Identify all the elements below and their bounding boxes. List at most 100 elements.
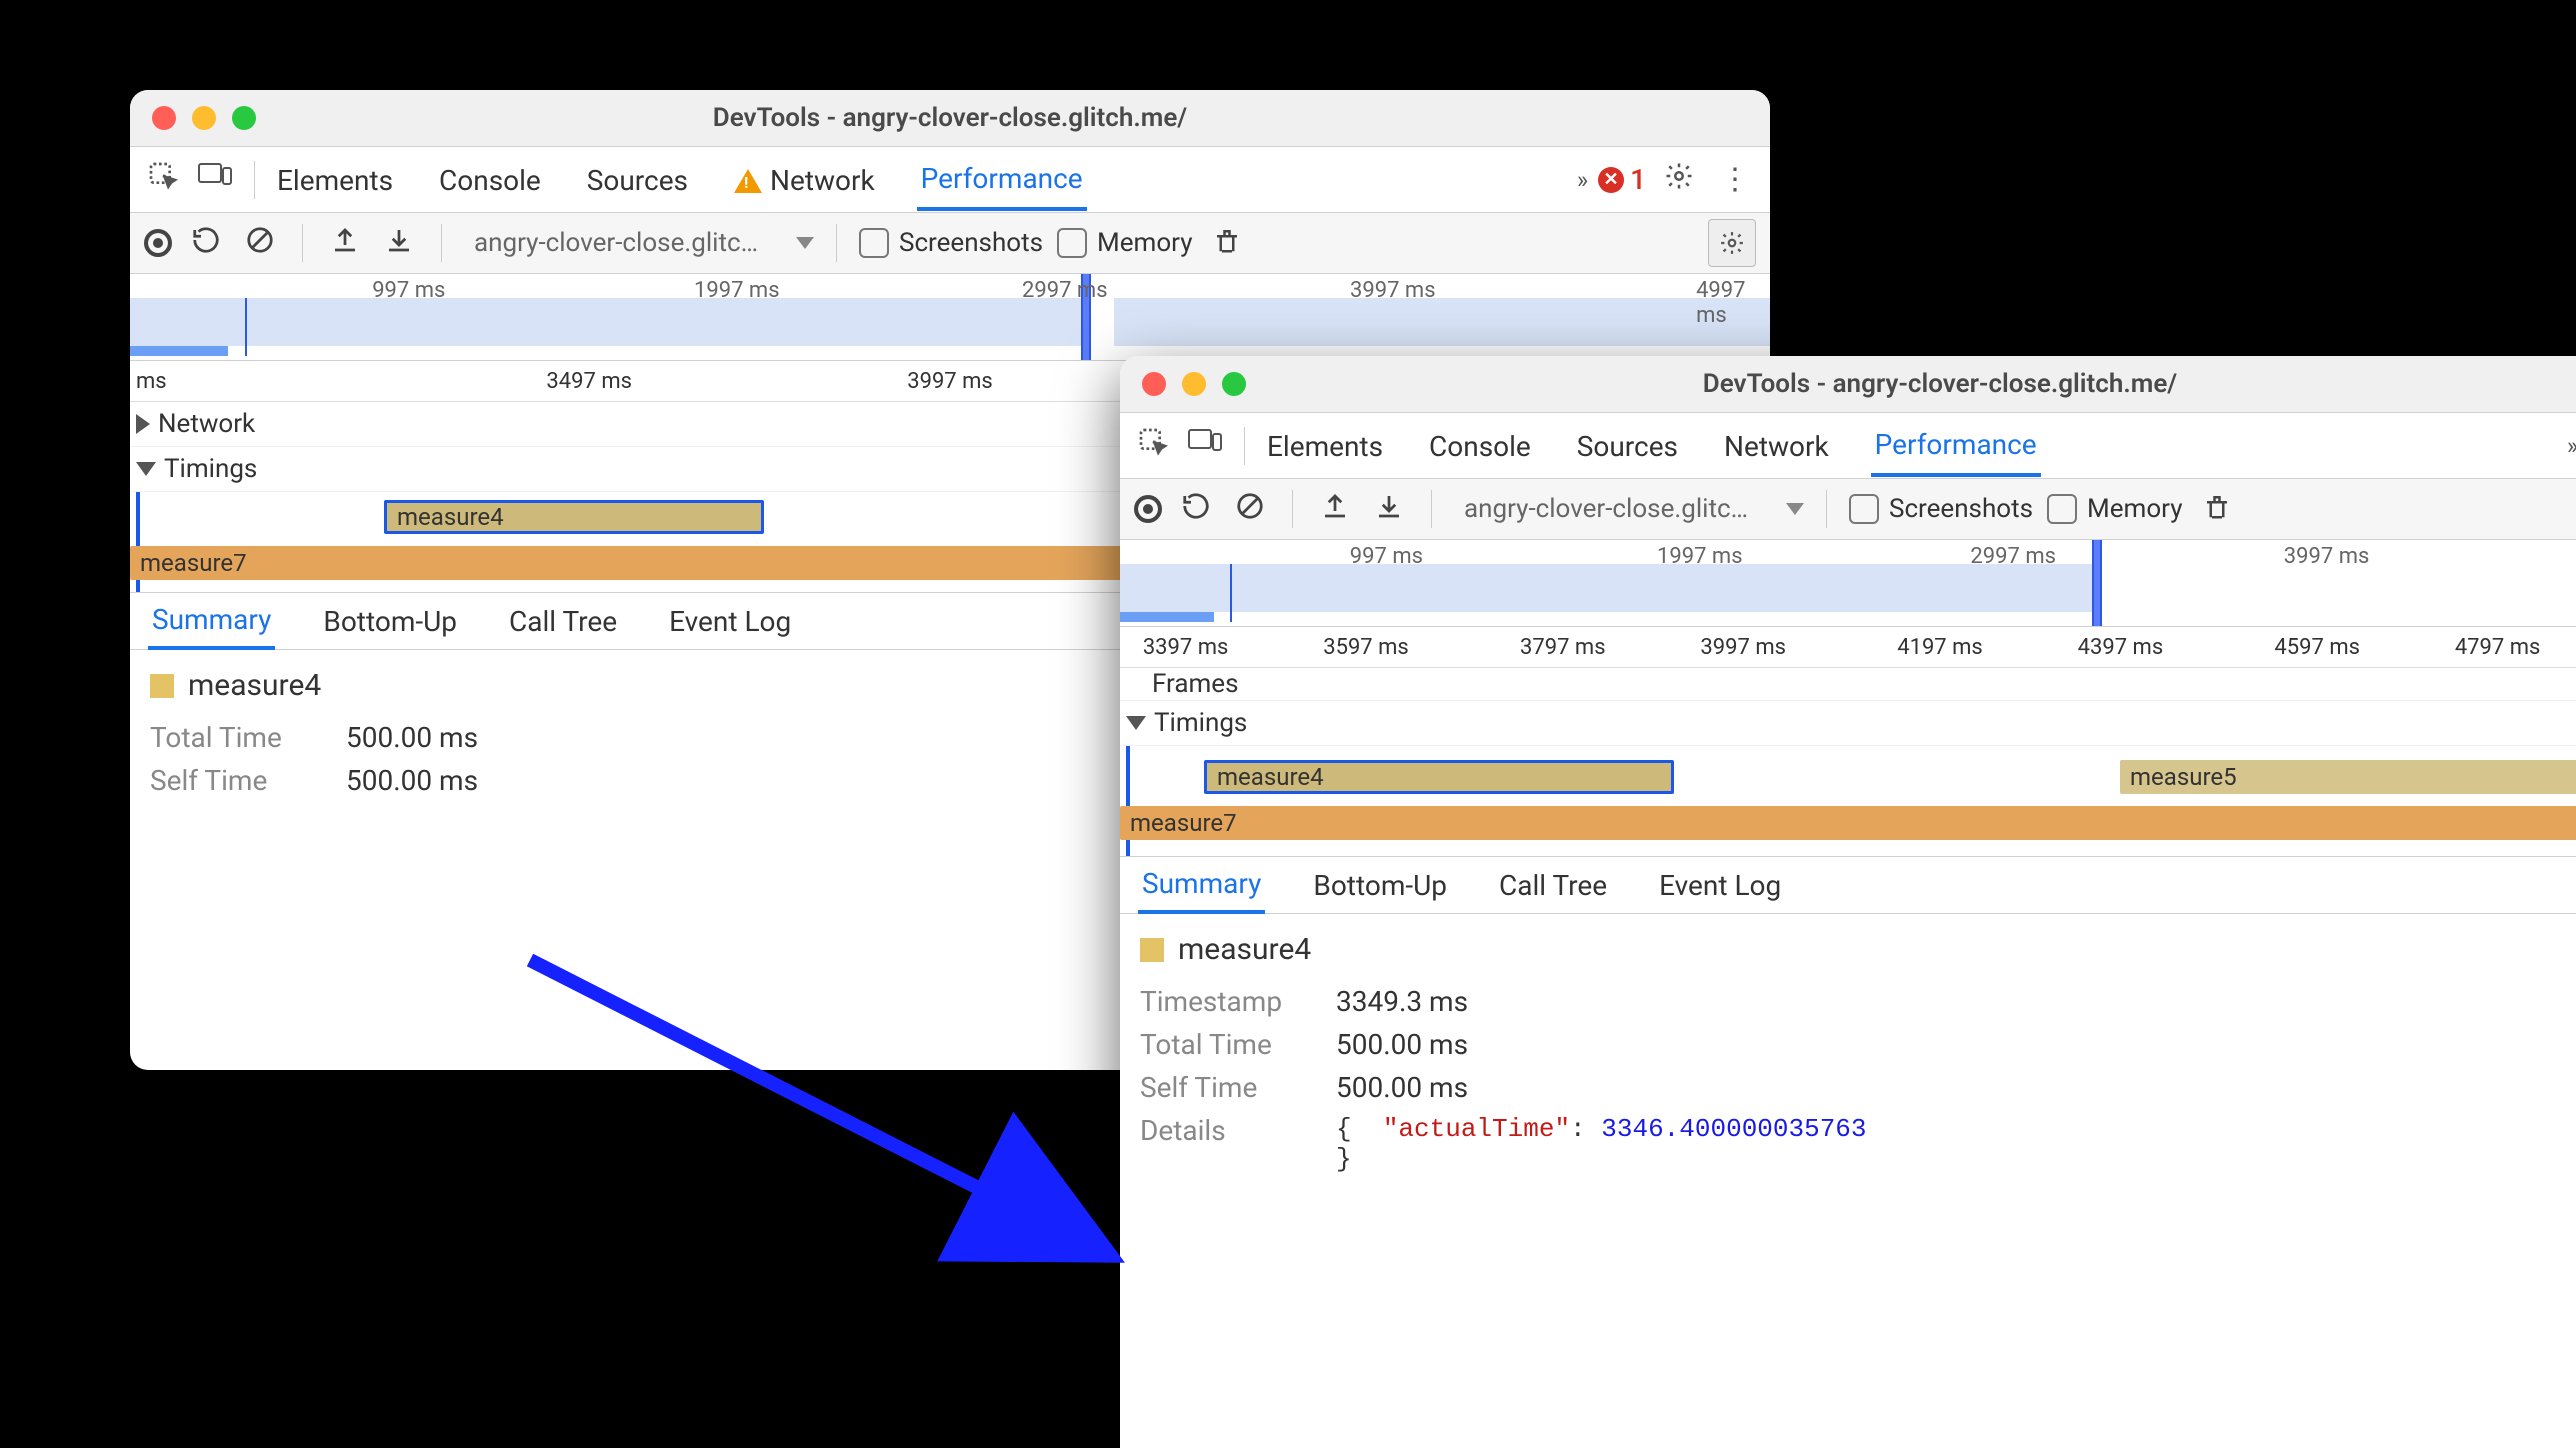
- memory-checkbox[interactable]: Memory: [2047, 494, 2182, 524]
- tab-bottom-up[interactable]: Bottom-Up: [1309, 859, 1451, 912]
- overview-tick: 3997 ms: [2284, 544, 2370, 569]
- minimize-icon[interactable]: [1182, 372, 1206, 396]
- window-title: DevTools - angry-clover-close.glitch.me/: [130, 103, 1770, 133]
- tab-event-log[interactable]: Event Log: [1655, 859, 1785, 912]
- device-icon[interactable]: [194, 161, 236, 198]
- timestamp-label: Timestamp: [1140, 985, 1310, 1018]
- traffic-lights: [1142, 372, 1246, 396]
- measure-bar[interactable]: measure7: [1120, 806, 2576, 840]
- detail-tabs: Summary Bottom-Up Call Tree Event Log: [1120, 856, 2576, 914]
- measure-bar-selected[interactable]: measure4: [384, 500, 764, 534]
- download-button[interactable]: [1369, 491, 1409, 528]
- self-time-label: Self Time: [1140, 1071, 1310, 1104]
- reload-button[interactable]: [186, 225, 226, 262]
- summary-name: measure4: [1178, 932, 1311, 967]
- tab-elements[interactable]: Elements: [1263, 414, 1387, 477]
- tracklist: Frames Timings measure4 measure5 measure…: [1120, 668, 2576, 856]
- clear-button[interactable]: [1230, 491, 1270, 528]
- screenshots-checkbox[interactable]: Screenshots: [859, 228, 1043, 258]
- overview-timeline[interactable]: 997 ms 1997 ms 2997 ms 3997 ms 4997 ms: [130, 274, 1770, 361]
- more-tabs-icon[interactable]: »: [2567, 432, 2576, 460]
- track-frames[interactable]: Frames: [1120, 668, 2576, 701]
- devtools-tabs: Elements Console Sources Network Perform…: [1120, 413, 2576, 479]
- ruler-tick: 3797 ms: [1520, 635, 1606, 660]
- summary-name: measure4: [188, 668, 321, 703]
- window-title: DevTools - angry-clover-close.glitch.me/: [1120, 369, 2576, 399]
- measure-bar[interactable]: measure5: [2120, 760, 2576, 794]
- self-time-value: 500.00 ms: [346, 764, 478, 797]
- memory-checkbox[interactable]: Memory: [1057, 228, 1192, 258]
- tab-bottom-up[interactable]: Bottom-Up: [319, 595, 461, 648]
- overview-tick: 2997 ms: [1970, 544, 2056, 569]
- error-badge[interactable]: ✕ 1: [1598, 163, 1646, 196]
- tab-performance[interactable]: Performance: [1871, 414, 2041, 477]
- tab-sources[interactable]: Sources: [583, 148, 692, 211]
- ruler-tick: 4397 ms: [2078, 635, 2164, 660]
- detail-ruler[interactable]: 3397 ms 3597 ms 3797 ms 3997 ms 4197 ms …: [1120, 627, 2576, 668]
- reload-button[interactable]: [1176, 491, 1216, 528]
- ruler-tick: 3997 ms: [907, 369, 993, 394]
- inspect-icon[interactable]: [1132, 426, 1174, 465]
- ruler-tick: 4797 ms: [2455, 635, 2541, 660]
- overview-tick: 997 ms: [1350, 544, 1423, 569]
- close-icon[interactable]: [152, 106, 176, 130]
- total-time-value: 500.00 ms: [1336, 1028, 1468, 1061]
- recording-select[interactable]: angry-clover-close.glitc…: [464, 224, 814, 262]
- total-time-label: Total Time: [1140, 1028, 1310, 1061]
- tab-elements[interactable]: Elements: [273, 148, 397, 211]
- tab-console[interactable]: Console: [435, 148, 545, 211]
- titlebar: DevTools - angry-clover-close.glitch.me/: [130, 90, 1770, 147]
- traffic-lights: [152, 106, 256, 130]
- close-icon[interactable]: [1142, 372, 1166, 396]
- maximize-icon[interactable]: [232, 106, 256, 130]
- tab-summary[interactable]: Summary: [148, 593, 275, 650]
- more-tabs-icon[interactable]: »: [1577, 166, 1588, 194]
- device-icon[interactable]: [1184, 427, 1226, 464]
- self-time-label: Self Time: [150, 764, 320, 797]
- capture-settings-button[interactable]: [1708, 219, 1756, 267]
- summary-pane: measure4 Timestamp 3349.3 ms Total Time 50…: [1120, 914, 2576, 1208]
- overview-timeline[interactable]: 997 ms 1997 ms 2997 ms 3997 ms 4997 ms C…: [1120, 540, 2576, 627]
- kebab-icon[interactable]: ⋮: [1712, 162, 1758, 197]
- total-time-value: 500.00 ms: [346, 721, 478, 754]
- gc-button[interactable]: [2197, 491, 2237, 528]
- tab-call-tree[interactable]: Call Tree: [505, 595, 621, 648]
- upload-button[interactable]: [1315, 491, 1355, 528]
- tab-summary[interactable]: Summary: [1138, 857, 1265, 914]
- tab-network[interactable]: Network: [730, 148, 879, 211]
- warning-icon: [734, 169, 762, 193]
- settings-icon[interactable]: [1656, 161, 1702, 199]
- record-button[interactable]: [144, 229, 172, 257]
- ruler-tick: 3397 ms: [1143, 635, 1229, 660]
- tab-network[interactable]: Network: [1720, 414, 1833, 477]
- inspect-icon[interactable]: [142, 160, 184, 199]
- ruler-tick: 3997 ms: [1700, 635, 1786, 660]
- maximize-icon[interactable]: [1222, 372, 1246, 396]
- overview-tick: 2997 ms: [1022, 278, 1108, 303]
- overview-tick: 3997 ms: [1350, 278, 1436, 303]
- tab-event-log[interactable]: Event Log: [665, 595, 795, 648]
- tab-performance[interactable]: Performance: [917, 148, 1087, 211]
- download-button[interactable]: [379, 225, 419, 262]
- record-button[interactable]: [1134, 495, 1162, 523]
- recording-select[interactable]: angry-clover-close.glitc…: [1454, 490, 1804, 528]
- total-time-label: Total Time: [150, 721, 320, 754]
- tab-console[interactable]: Console: [1425, 414, 1535, 477]
- upload-button[interactable]: [325, 225, 365, 262]
- range-handle-left[interactable]: [2092, 540, 2102, 626]
- tab-sources[interactable]: Sources: [1573, 414, 1682, 477]
- tab-call-tree[interactable]: Call Tree: [1495, 859, 1611, 912]
- minimize-icon[interactable]: [192, 106, 216, 130]
- color-chip: [150, 674, 174, 698]
- error-count: 1: [1630, 163, 1646, 196]
- color-chip: [1140, 938, 1164, 962]
- screenshots-checkbox[interactable]: Screenshots: [1849, 494, 2033, 524]
- self-time-value: 500.00 ms: [1336, 1071, 1468, 1104]
- measure-bar-selected[interactable]: measure4: [1204, 760, 1674, 794]
- track-timings[interactable]: Timings: [1120, 701, 2576, 746]
- gc-button[interactable]: [1207, 225, 1247, 262]
- timestamp-value: 3349.3 ms: [1336, 985, 1468, 1018]
- clear-button[interactable]: [240, 225, 280, 262]
- devtools-window-after: DevTools - angry-clover-close.glitch.me/…: [1120, 356, 2576, 1448]
- details-label: Details: [1140, 1114, 1310, 1174]
